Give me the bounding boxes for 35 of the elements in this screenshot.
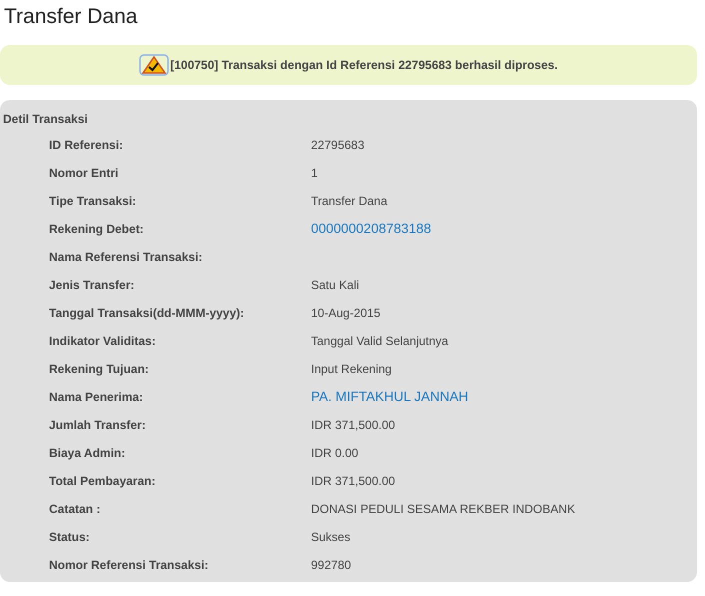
panel-title: Detil Transaksi: [3, 112, 88, 126]
field-label: Nomor Entri: [49, 166, 118, 180]
field-value: 992780: [311, 558, 352, 572]
field-label: Biaya Admin:: [49, 446, 126, 460]
field-label: Total Pembayaran:: [49, 474, 156, 488]
field-label: Nama Referensi Transaksi:: [49, 250, 202, 264]
field-label: Rekening Debet:: [49, 222, 144, 236]
field-label: Indikator Validitas:: [49, 334, 156, 348]
field-value: Sukses: [311, 530, 350, 544]
value-link[interactable]: 0000000208783188: [311, 222, 432, 236]
field-value: Transfer Dana: [311, 194, 388, 208]
field-value: IDR 371,500.00: [311, 474, 396, 488]
field-value: Tanggal Valid Selanjutnya: [311, 334, 448, 348]
field-label: Tanggal Transaksi(dd-MMM-yyyy):: [49, 306, 244, 320]
field-value: Satu Kali: [311, 278, 360, 292]
field-label: Catatan :: [49, 502, 100, 516]
value-link[interactable]: PA. MIFTAKHUL JANNAH: [311, 390, 468, 404]
field-value: Input Rekening: [311, 362, 392, 376]
field-label: Jumlah Transfer:: [49, 418, 146, 432]
field-label: Rekening Tujuan:: [49, 362, 149, 376]
message-text: [100750] Transaksi dengan Id Referensi 22795683 berhasil diproses.: [170, 58, 558, 72]
field-value: DONASI PEDULI SESAMA REKBER INDOBANK: [311, 502, 576, 516]
field-value: 22795683: [311, 138, 364, 152]
warning-check-icon: [139, 54, 170, 76]
field-value: 1: [311, 166, 318, 180]
field-label: Jenis Transfer:: [49, 278, 134, 292]
field-label: Nama Penerima:: [49, 390, 144, 404]
page-title: Transfer Dana: [4, 5, 138, 29]
field-value: IDR 371,500.00: [311, 418, 396, 432]
field-value: IDR 0.00: [311, 446, 358, 460]
field-value: 10-Aug-2015: [311, 306, 380, 320]
field-label: Nomor Referensi Transaksi:: [49, 558, 208, 572]
field-label: ID Referensi:: [49, 138, 124, 152]
field-label: Status:: [49, 530, 90, 544]
field-label: Tipe Transaksi:: [49, 194, 136, 208]
